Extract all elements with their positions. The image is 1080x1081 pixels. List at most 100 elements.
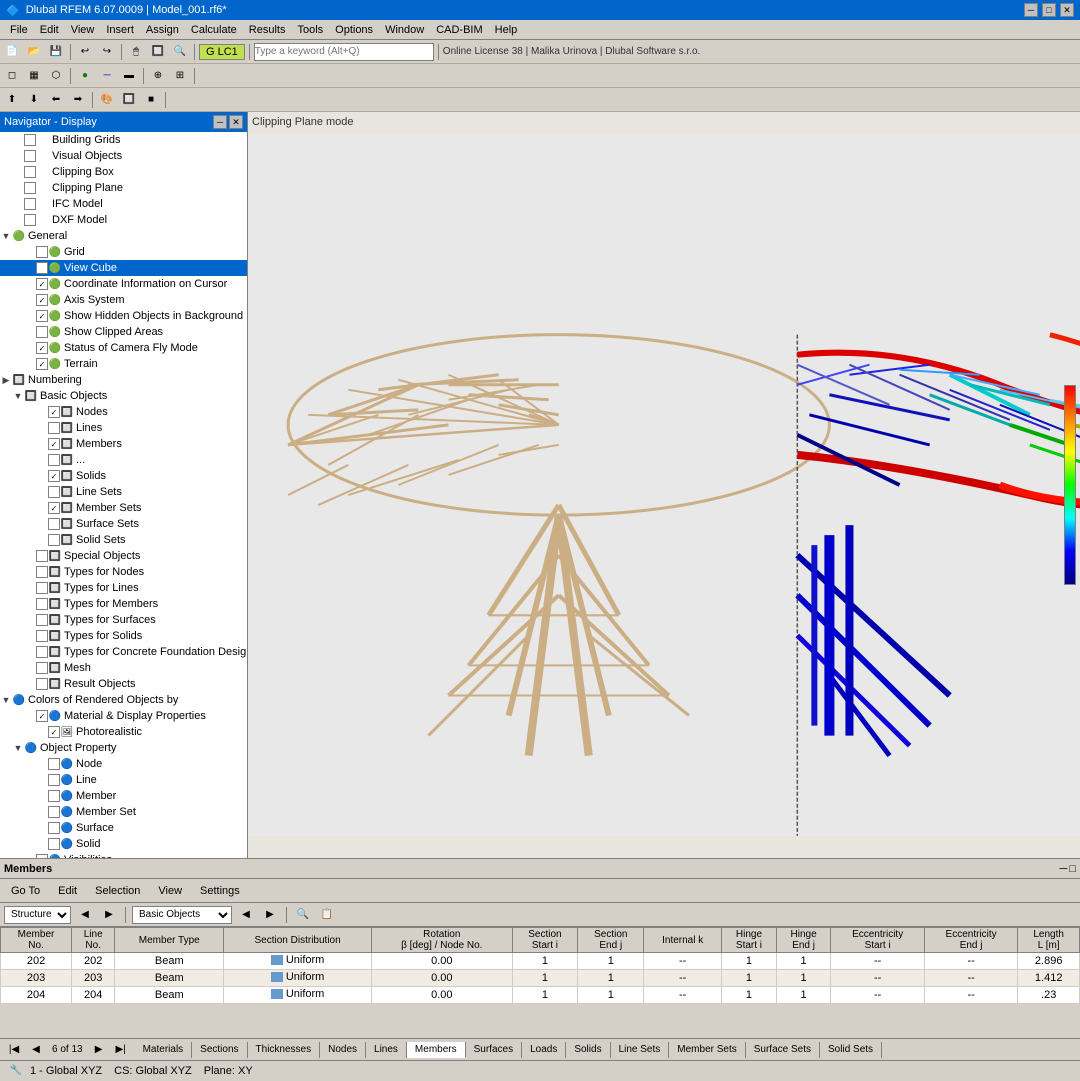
tb2-line-btn[interactable]: ─: [97, 66, 117, 86]
filter-btn[interactable]: 🔍: [293, 905, 313, 925]
tree-expand-7[interactable]: [24, 246, 36, 258]
tb3-btn3[interactable]: ⬅: [46, 90, 66, 110]
tree-item-36[interactable]: 🔵Material & Display Properties: [0, 708, 247, 724]
zoom-button[interactable]: 🔍: [170, 42, 190, 62]
tree-item-13[interactable]: 🟢Status of Camera Fly Mode: [0, 340, 247, 356]
tree-checkbox-22[interactable]: [48, 486, 60, 498]
tree-expand-44[interactable]: [36, 838, 48, 850]
tree-item-42[interactable]: 🔵Member Set: [0, 804, 247, 820]
tb3-btn2[interactable]: ⬇: [24, 90, 44, 110]
tree-expand-31[interactable]: [24, 630, 36, 642]
bottom-tab-loads[interactable]: Loads: [522, 1042, 566, 1058]
lc-label[interactable]: G LC1: [199, 44, 245, 60]
tb3-wire-btn[interactable]: 🔲: [119, 90, 139, 110]
tree-expand-15[interactable]: ▶: [0, 374, 12, 386]
members-settings-tab[interactable]: Settings: [193, 882, 247, 900]
menu-item-tools[interactable]: Tools: [291, 22, 329, 38]
table-row-1[interactable]: 203203BeamUniform0.0011--11----1.412: [1, 970, 1080, 987]
menu-item-file[interactable]: File: [4, 22, 34, 38]
minimize-button[interactable]: ─: [1024, 3, 1038, 17]
tree-expand-12[interactable]: [24, 326, 36, 338]
tree-checkbox-5[interactable]: [24, 214, 36, 226]
tree-item-12[interactable]: 🟢Show Clipped Areas: [0, 324, 247, 340]
tree-expand-25[interactable]: [36, 534, 48, 546]
tree-item-17[interactable]: 🔲Nodes: [0, 404, 247, 420]
bottom-tab-members[interactable]: Members: [407, 1042, 466, 1058]
tree-item-41[interactable]: 🔵Member: [0, 788, 247, 804]
tree-expand-27[interactable]: [24, 566, 36, 578]
tb2-member-btn[interactable]: ▬: [119, 66, 139, 86]
menu-item-assign[interactable]: Assign: [140, 22, 185, 38]
menu-item-view[interactable]: View: [65, 22, 101, 38]
tree-item-19[interactable]: 🔲Members: [0, 436, 247, 452]
tree-expand-5[interactable]: [12, 214, 24, 226]
tree-item-9[interactable]: 🟢Coordinate Information on Cursor: [0, 276, 247, 292]
redo-button[interactable]: ↪: [97, 42, 117, 62]
tb2-btn1[interactable]: ◻: [2, 66, 22, 86]
tb3-btn1[interactable]: ⬆: [2, 90, 22, 110]
tree-expand-9[interactable]: [24, 278, 36, 290]
tree-item-0[interactable]: Building Grids: [0, 132, 247, 148]
copy-btn[interactable]: 📋: [317, 905, 337, 925]
tree-item-35[interactable]: ▼🔵Colors of Rendered Objects by: [0, 692, 247, 708]
tree-item-7[interactable]: 🟢Grid: [0, 244, 247, 260]
tree-item-18[interactable]: 🔲Lines: [0, 420, 247, 436]
tree-expand-6[interactable]: ▼: [0, 230, 12, 242]
tree-item-28[interactable]: 🔲Types for Lines: [0, 580, 247, 596]
tree-item-45[interactable]: 🔵Visibilities: [0, 852, 247, 858]
save-button[interactable]: 💾: [46, 42, 66, 62]
tree-item-30[interactable]: 🔲Types for Surfaces: [0, 612, 247, 628]
tree-checkbox-9[interactable]: [36, 278, 48, 290]
table-row-0[interactable]: 202202BeamUniform0.0011--11----2.896: [1, 953, 1080, 970]
tree-item-29[interactable]: 🔲Types for Members: [0, 596, 247, 612]
tree-expand-1[interactable]: [12, 150, 24, 162]
members-edit-tab[interactable]: Edit: [51, 882, 84, 900]
close-button[interactable]: ✕: [1060, 3, 1074, 17]
tree-expand-2[interactable]: [12, 166, 24, 178]
tree-item-15[interactable]: ▶🔲Numbering: [0, 372, 247, 388]
page-last-btn[interactable]: ▶|: [111, 1040, 131, 1060]
tree-checkbox-32[interactable]: [36, 646, 48, 658]
maximize-button[interactable]: □: [1042, 3, 1056, 17]
tree-item-25[interactable]: 🔲Solid Sets: [0, 532, 247, 548]
tree-item-22[interactable]: 🔲Line Sets: [0, 484, 247, 500]
tree-expand-41[interactable]: [36, 790, 48, 802]
menu-item-insert[interactable]: Insert: [100, 22, 140, 38]
tree-checkbox-44[interactable]: [48, 838, 60, 850]
tree-item-34[interactable]: 🔲Result Objects: [0, 676, 247, 692]
tree-item-23[interactable]: 🔲Member Sets: [0, 500, 247, 516]
tree-checkbox-2[interactable]: [24, 166, 36, 178]
basic-next-btn[interactable]: ▶: [260, 905, 280, 925]
bottom-tab-lines[interactable]: Lines: [366, 1042, 407, 1058]
tree-checkbox-40[interactable]: [48, 774, 60, 786]
tree-item-32[interactable]: 🔲Types for Concrete Foundation Design: [0, 644, 247, 660]
tree-checkbox-23[interactable]: [48, 502, 60, 514]
tree-checkbox-7[interactable]: [36, 246, 48, 258]
tree-expand-19[interactable]: [36, 438, 48, 450]
bottom-tab-surface-sets[interactable]: Surface Sets: [746, 1042, 820, 1058]
page-prev-btn[interactable]: ◀: [26, 1040, 46, 1060]
tree-checkbox-41[interactable]: [48, 790, 60, 802]
tree-item-10[interactable]: 🟢Axis System: [0, 292, 247, 308]
bottom-tab-thicknesses[interactable]: Thicknesses: [248, 1042, 321, 1058]
tree-checkbox-28[interactable]: [36, 582, 48, 594]
basic-objects-dropdown[interactable]: Basic Objects: [132, 906, 232, 924]
tree-expand-37[interactable]: [36, 726, 48, 738]
tree-expand-42[interactable]: [36, 806, 48, 818]
undo-button[interactable]: ↩: [75, 42, 95, 62]
table-row-2[interactable]: 204204BeamUniform0.0011--11----.23: [1, 987, 1080, 1004]
menu-item-window[interactable]: Window: [379, 22, 430, 38]
tree-item-16[interactable]: ▼🔲Basic Objects: [0, 388, 247, 404]
tree-item-4[interactable]: IFC Model: [0, 196, 247, 212]
tree-expand-43[interactable]: [36, 822, 48, 834]
status-icon-btn[interactable]: 🔧: [6, 1061, 26, 1081]
tree-expand-30[interactable]: [24, 614, 36, 626]
select-button[interactable]: 🖱: [126, 42, 146, 62]
tree-expand-26[interactable]: [24, 550, 36, 562]
tree-expand-16[interactable]: ▼: [12, 390, 24, 402]
tree-checkbox-33[interactable]: [36, 662, 48, 674]
tree-expand-45[interactable]: [24, 854, 36, 858]
nav-minimize-btn[interactable]: ─: [213, 115, 227, 129]
open-button[interactable]: 📂: [24, 42, 44, 62]
menu-item-cad-bim[interactable]: CAD-BIM: [430, 22, 488, 38]
